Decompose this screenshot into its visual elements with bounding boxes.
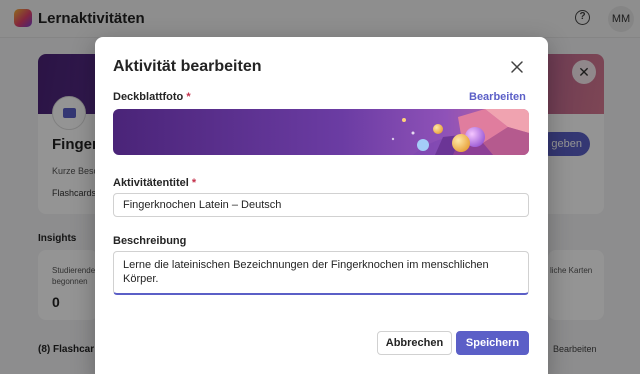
- activity-title-label: Aktivitätentitel *: [113, 177, 196, 189]
- description-label: Beschreibung: [113, 235, 187, 247]
- cover-edit-link[interactable]: Bearbeiten: [469, 91, 526, 103]
- save-button[interactable]: Speichern: [456, 331, 529, 355]
- description-textarea[interactable]: Lerne die lateinischen Bezeichnungen der…: [113, 251, 529, 295]
- close-icon[interactable]: [507, 57, 527, 77]
- required-mark: *: [186, 91, 191, 103]
- cover-photo[interactable]: [113, 109, 529, 155]
- cover-photo-label-text: Deckblattfoto: [113, 91, 184, 103]
- dialog-title: Aktivität bearbeiten: [113, 58, 262, 75]
- required-mark: *: [191, 177, 197, 189]
- edit-activity-dialog: Aktivität bearbeiten Deckblattfoto * Bea…: [95, 37, 548, 374]
- cover-photo-label: Deckblattfoto *: [113, 91, 191, 103]
- activity-title-input[interactable]: Fingerknochen Latein – Deutsch: [113, 193, 529, 217]
- cancel-button[interactable]: Abbrechen: [377, 331, 452, 355]
- activity-title-label-text: Aktivitätentitel: [113, 177, 189, 189]
